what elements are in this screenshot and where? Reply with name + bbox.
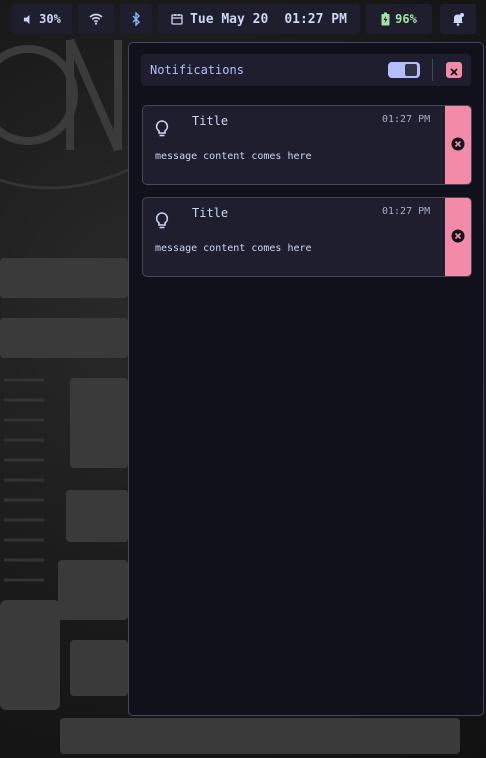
close-circle-icon	[451, 228, 465, 247]
notification-center: Notifications Title 01:27 PM message con…	[128, 42, 484, 716]
volume-level: 30%	[39, 12, 61, 26]
header-divider	[432, 59, 433, 81]
calendar-icon	[171, 13, 183, 25]
lightbulb-icon	[155, 212, 169, 234]
close-icon	[450, 61, 458, 80]
speaker-icon	[23, 14, 34, 25]
battery-widget[interactable]: 96%	[366, 4, 432, 34]
dismiss-notification-button[interactable]	[445, 106, 471, 184]
clear-all-button[interactable]	[446, 62, 462, 78]
wifi-widget[interactable]	[78, 4, 114, 34]
volume-widget[interactable]: 30%	[12, 4, 72, 34]
notification-body: message content comes here	[155, 151, 312, 162]
date-label: Tue May 20	[190, 11, 269, 27]
notification-card[interactable]: Title 01:27 PM message content comes her…	[142, 197, 472, 277]
notifications-button[interactable]	[440, 4, 476, 34]
notification-time: 01:27 PM	[382, 206, 431, 217]
time-label: 01:27 PM	[284, 11, 347, 27]
dismiss-notification-button[interactable]	[445, 198, 471, 276]
panel-title: Notifications	[150, 63, 244, 77]
toggle-knob	[405, 64, 417, 76]
lightbulb-icon	[155, 120, 169, 142]
bell-icon	[451, 12, 465, 26]
close-circle-icon	[451, 136, 465, 155]
notification-time: 01:27 PM	[382, 114, 431, 125]
notification-body: message content comes here	[155, 243, 312, 254]
notification-center-header: Notifications	[141, 54, 471, 86]
do-not-disturb-toggle[interactable]	[388, 62, 420, 78]
notification-title: Title	[192, 114, 229, 128]
notification-card[interactable]: Title 01:27 PM message content comes her…	[142, 105, 472, 185]
bluetooth-icon	[131, 12, 141, 26]
battery-charging-icon	[381, 12, 390, 26]
wifi-icon	[89, 13, 103, 25]
notification-title: Title	[192, 206, 229, 220]
battery-level: 96%	[395, 12, 417, 26]
clock-widget[interactable]: Tue May 20 01:27 PM	[158, 4, 360, 34]
bluetooth-widget[interactable]	[120, 4, 152, 34]
